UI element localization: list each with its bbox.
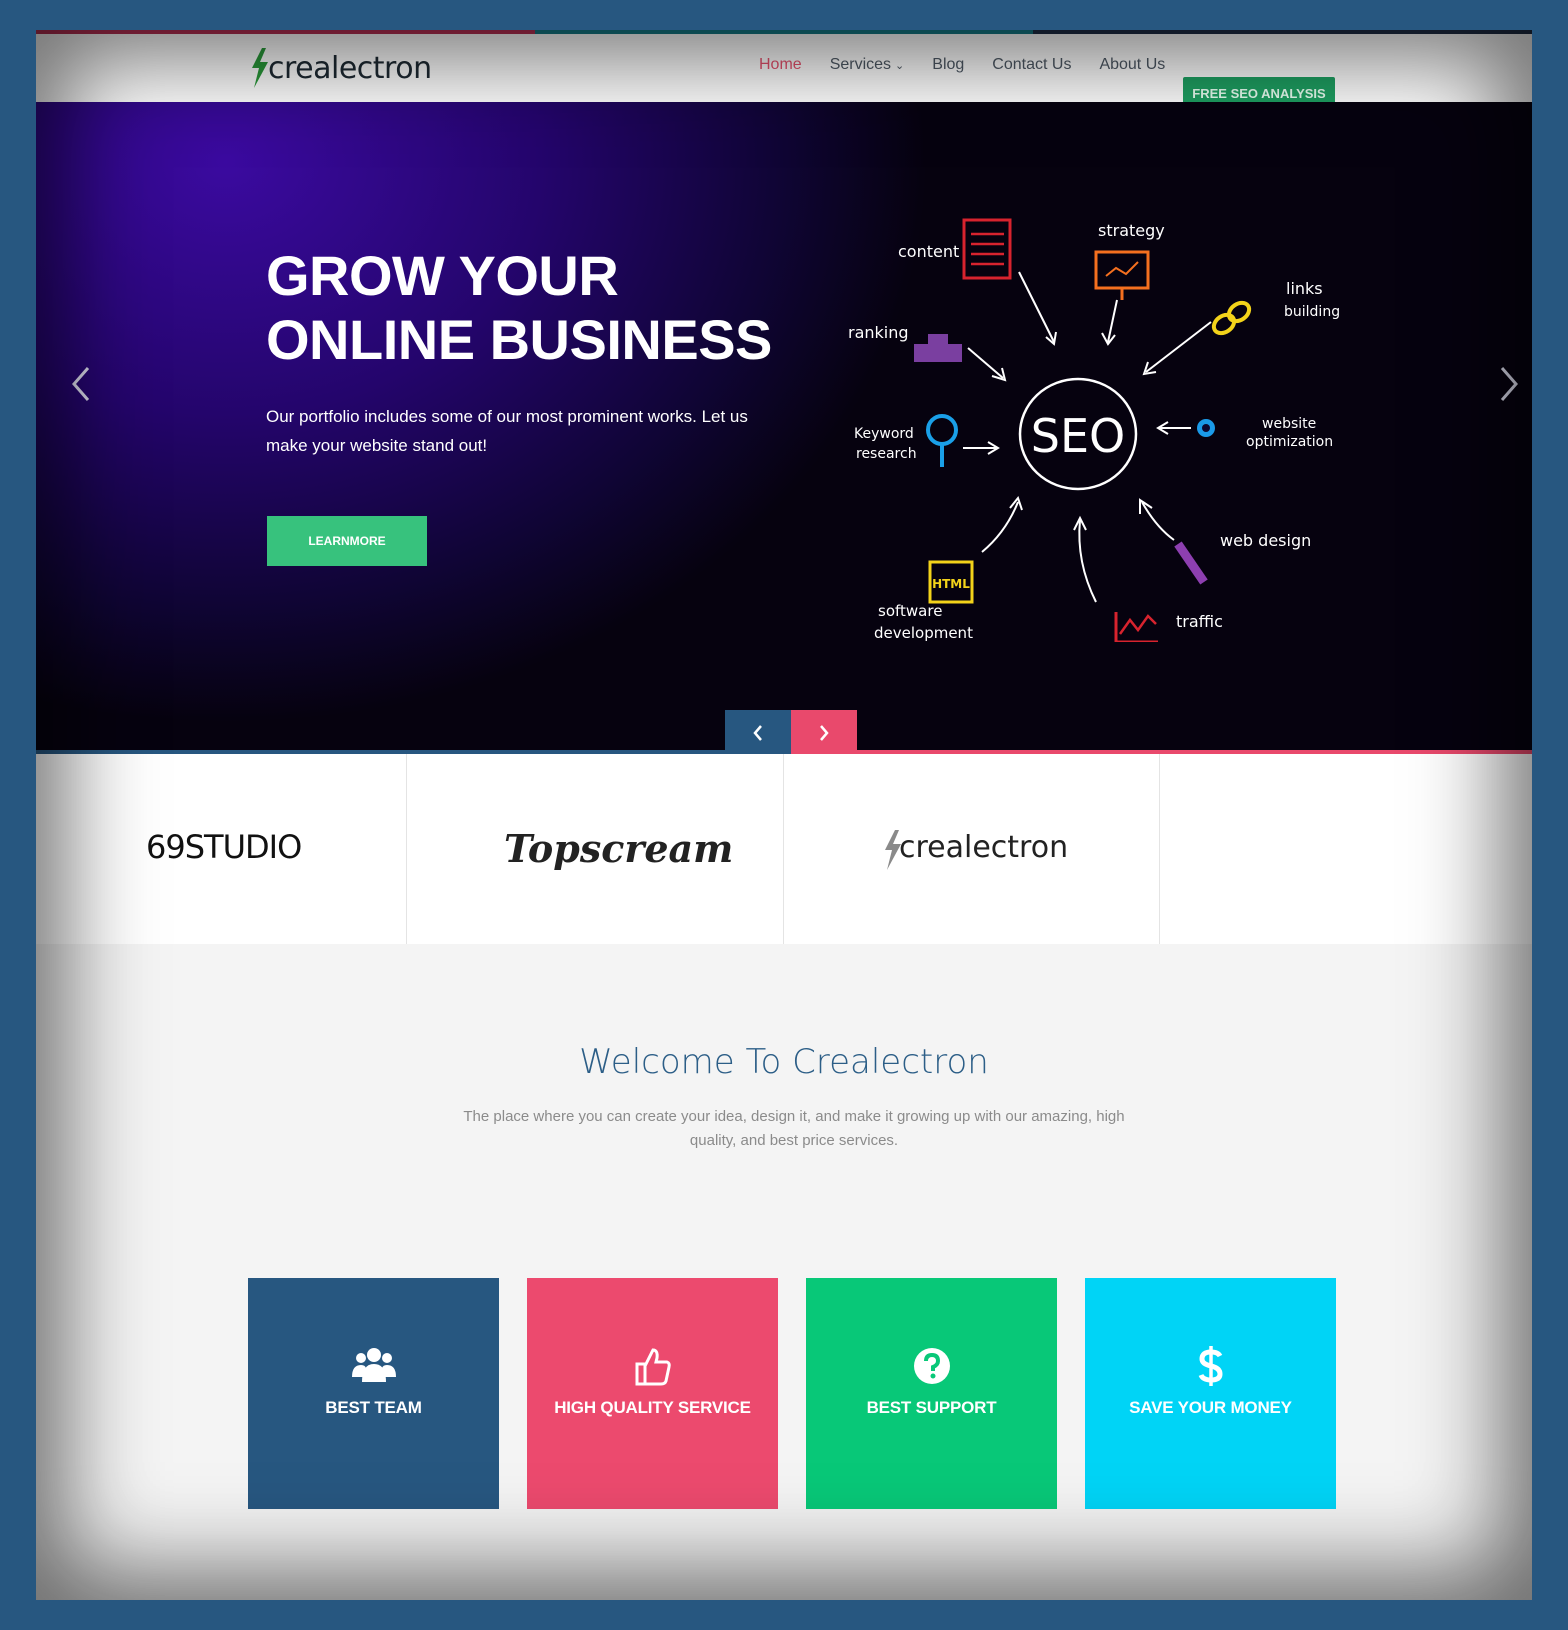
nav-blog[interactable]: Blog xyxy=(932,56,964,74)
feature-label: BEST SUPPORT xyxy=(866,1398,997,1417)
chevron-right-icon xyxy=(820,725,829,741)
seo-illustration: SEO HTML content strategy links building… xyxy=(848,218,1340,642)
chevron-left-icon[interactable] xyxy=(66,362,96,406)
main-nav: Home Services ⌄ Blog Contact Us About Us xyxy=(759,56,1193,74)
label-research: research xyxy=(856,446,917,462)
pager-next-button[interactable] xyxy=(791,710,857,756)
welcome-text: The place where you can create your idea… xyxy=(463,1108,1125,1149)
keyword-research-icon xyxy=(926,414,958,467)
label-optimization: optimization xyxy=(1246,434,1333,450)
client-logo-69studio[interactable]: 69STUDIO xyxy=(146,828,302,866)
links-icon xyxy=(1211,300,1252,336)
nav-services-label: Services xyxy=(829,56,892,73)
website-optimization-icon xyxy=(1197,419,1215,437)
seo-label: SEO xyxy=(1031,409,1125,463)
bolt-icon xyxy=(252,48,268,88)
pager-prev-button[interactable] xyxy=(725,710,791,756)
label-software: software xyxy=(878,602,942,620)
html-icon: HTML xyxy=(928,560,974,604)
client-logo-topscream[interactable]: Topscream xyxy=(504,826,733,871)
feature-best-team[interactable]: BEST TEAM xyxy=(248,1278,499,1509)
welcome-title: Welcome To Crealectron xyxy=(579,1042,989,1082)
nav-about[interactable]: About Us xyxy=(1099,56,1165,74)
client-cell: crealectron xyxy=(783,754,1160,944)
hero-title: GROW YOUR ONLINE BUSINESS xyxy=(266,244,772,371)
label-strategy: strategy xyxy=(1098,221,1165,240)
client-logo-crealectron[interactable]: crealectron xyxy=(899,830,1068,865)
label-keyword: Keyword xyxy=(854,426,914,442)
nav-services[interactable]: Services ⌄ xyxy=(830,56,905,74)
chevron-down-icon: ⌄ xyxy=(895,60,905,72)
question-circle-icon xyxy=(913,1348,950,1384)
hero-text: Our portfolio includes some of our most … xyxy=(266,407,748,455)
strategy-icon xyxy=(1094,250,1150,300)
label-web-design: web design xyxy=(1220,531,1311,550)
feature-high-quality-service[interactable]: HIGH QUALITY SERVICE xyxy=(527,1278,778,1509)
nav-home[interactable]: Home xyxy=(759,56,802,74)
web-design-icon xyxy=(1174,541,1208,585)
label-building: building xyxy=(1284,304,1340,320)
nav-contact[interactable]: Contact Us xyxy=(992,56,1071,74)
users-icon xyxy=(351,1348,396,1382)
top-color-strip xyxy=(36,30,1532,34)
label-traffic: traffic xyxy=(1176,612,1223,631)
client-cell: 69STUDIO xyxy=(36,754,407,944)
feature-label: SAVE YOUR MONEY xyxy=(1129,1398,1292,1417)
client-logos: 69STUDIO Topscream crealectron xyxy=(36,754,1532,944)
hero-slider: GROW YOUR ONLINE BUSINESS Our portfolio … xyxy=(36,102,1532,752)
site-logo[interactable]: crealectron xyxy=(248,48,432,88)
logo-text: crealectron xyxy=(268,50,432,86)
traffic-icon xyxy=(1114,612,1158,642)
slider-pager xyxy=(725,710,857,756)
label-ranking: ranking xyxy=(848,323,909,342)
label-website: website xyxy=(1262,416,1316,432)
feature-label: HIGH QUALITY SERVICE xyxy=(554,1398,751,1417)
ranking-icon xyxy=(914,334,962,362)
content-icon xyxy=(962,218,1012,280)
feature-label: BEST TEAM xyxy=(325,1398,422,1417)
dollar-icon xyxy=(1198,1346,1223,1386)
label-content: content xyxy=(898,242,959,261)
chevron-right-icon[interactable] xyxy=(1494,362,1524,406)
feature-save-your-money[interactable]: SAVE YOUR MONEY xyxy=(1085,1278,1336,1509)
client-cell: Topscream xyxy=(406,754,784,944)
learn-more-button[interactable]: LEARNMORE xyxy=(267,516,427,566)
feature-best-support[interactable]: BEST SUPPORT xyxy=(806,1278,1057,1509)
label-links: links xyxy=(1286,279,1323,298)
chevron-left-icon xyxy=(753,725,762,741)
html-label: HTML xyxy=(932,577,970,591)
page-frame: crealectron Home Services ⌄ Blog Contact … xyxy=(36,30,1532,1600)
thumbs-up-icon xyxy=(635,1348,671,1386)
label-development: development xyxy=(874,624,973,642)
